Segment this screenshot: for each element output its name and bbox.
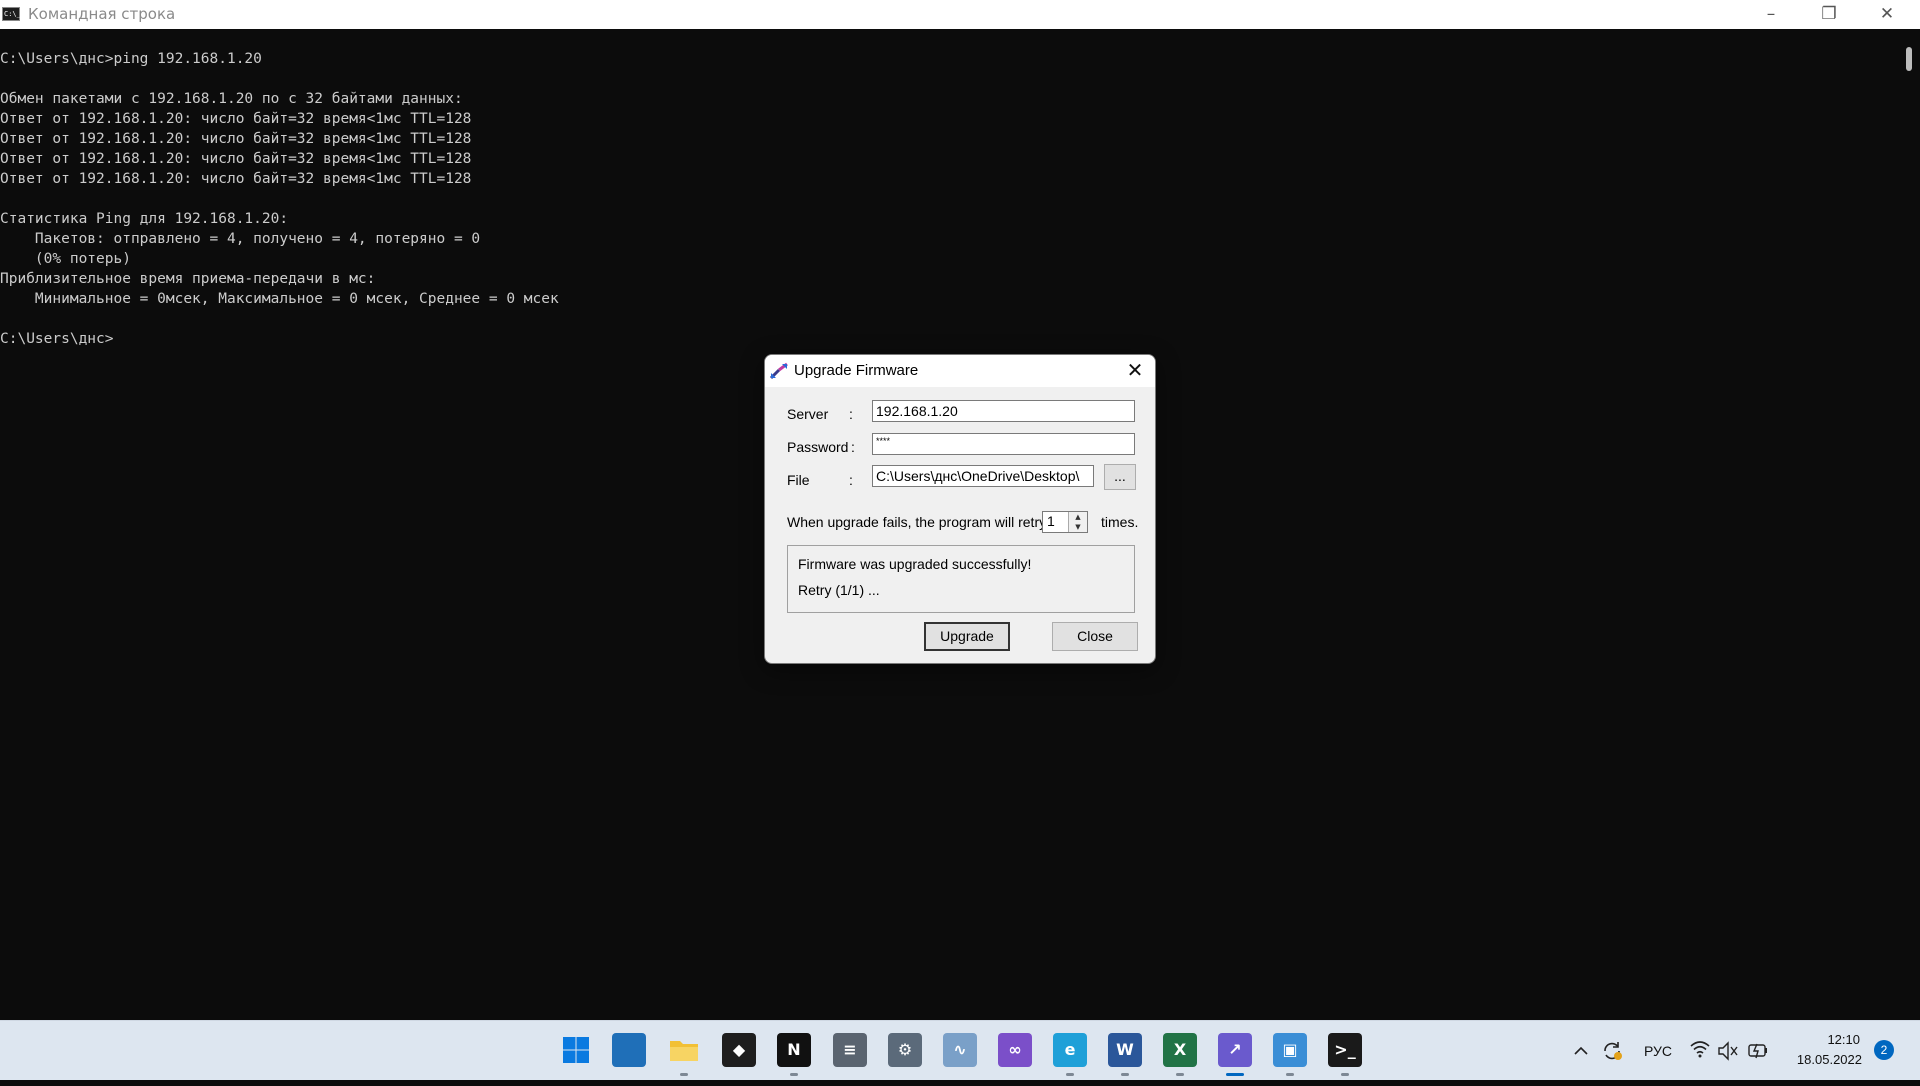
- retry-prefix-text: When upgrade fails, the program will ret…: [787, 514, 1047, 530]
- running-indicator: [1226, 1073, 1244, 1076]
- file-explorer-icon[interactable]: [667, 1033, 701, 1067]
- file-path-input[interactable]: C:\Users\днс\OneDrive\Desktop\: [872, 465, 1094, 487]
- sync-icon[interactable]: [1599, 1021, 1625, 1081]
- dialog-title-bar[interactable]: Upgrade Firmware ✕: [765, 355, 1155, 387]
- server-label: Server: [787, 406, 829, 422]
- stepper-arrows[interactable]: ▲ ▼: [1068, 512, 1087, 532]
- control-panel-icon[interactable]: ▣: [1273, 1033, 1307, 1067]
- stepper-down-icon[interactable]: ▼: [1069, 522, 1087, 532]
- notion-icon[interactable]: N: [777, 1033, 811, 1067]
- wifi-icon[interactable]: [1688, 1021, 1712, 1081]
- notification-badge[interactable]: 2: [1874, 1040, 1894, 1060]
- word-icon[interactable]: W: [1108, 1033, 1142, 1067]
- console-app-icon: C:\_: [2, 7, 21, 21]
- running-indicator: [680, 1073, 688, 1076]
- running-indicator: [1341, 1073, 1349, 1076]
- language-indicator[interactable]: РУС: [1638, 1021, 1678, 1081]
- close-button[interactable]: Close: [1052, 622, 1138, 651]
- firmware-tool-icon[interactable]: ↗: [1218, 1033, 1252, 1067]
- clock-date[interactable]: 18.05.2022: [1782, 1052, 1862, 1067]
- battery-charging-icon[interactable]: [1745, 1021, 1771, 1081]
- password-input[interactable]: ****: [872, 433, 1135, 455]
- dialog-close-icon[interactable]: ✕: [1115, 355, 1155, 387]
- resource-monitor-icon[interactable]: ∿: [943, 1033, 977, 1067]
- show-hidden-icons-chevron-icon[interactable]: [1570, 1021, 1592, 1081]
- password-label: Password: [787, 439, 849, 455]
- upgrade-button[interactable]: Upgrade: [924, 622, 1010, 651]
- excel-icon[interactable]: X: [1163, 1033, 1197, 1067]
- server-input[interactable]: 192.168.1.20: [872, 400, 1135, 422]
- clock-time[interactable]: 12:10: [1788, 1032, 1860, 1047]
- terminal-icon[interactable]: >_: [1328, 1033, 1362, 1067]
- running-indicator: [790, 1073, 798, 1076]
- window-title: Командная строка: [28, 5, 176, 23]
- file-colon: :: [849, 472, 853, 488]
- start-button-icon[interactable]: [559, 1033, 593, 1067]
- retry-count-stepper[interactable]: 1 ▲ ▼: [1042, 511, 1088, 533]
- console-text: C:\Users\днс>ping 192.168.1.20 Обмен пак…: [0, 51, 559, 347]
- running-indicator: [1121, 1073, 1129, 1076]
- restore-button[interactable]: ❐: [1800, 0, 1858, 29]
- volume-muted-icon[interactable]: [1716, 1021, 1740, 1081]
- stepper-up-icon[interactable]: ▲: [1069, 512, 1087, 522]
- firmware-app-icon: [769, 362, 788, 380]
- console-title-bar[interactable]: C:\_ Командная строка – ❐ ✕: [0, 0, 1920, 29]
- retry-suffix-text: times.: [1101, 514, 1139, 530]
- calculator-icon[interactable]: ≡: [833, 1033, 867, 1067]
- running-indicator: [1066, 1073, 1074, 1076]
- server-colon: :: [849, 406, 853, 422]
- app-blue-monitor-icon[interactable]: [612, 1033, 646, 1067]
- scrollbar-thumb[interactable]: [1906, 47, 1912, 71]
- visual-studio-icon[interactable]: ∞: [998, 1033, 1032, 1067]
- running-indicator: [1286, 1073, 1294, 1076]
- edge-icon[interactable]: e: [1053, 1033, 1087, 1067]
- status-log-box: Firmware was upgraded successfully! Retr…: [787, 545, 1135, 613]
- minimize-button[interactable]: –: [1742, 0, 1800, 29]
- taskbar: ◆ N ≡ ⚙ ∿ ∞ e W X ↗ ▣ >_ РУС 12:10 18.05.2022 2: [0, 1020, 1920, 1080]
- status-line-success: Firmware was upgraded successfully!: [798, 556, 1032, 572]
- running-indicator: [1176, 1073, 1184, 1076]
- upgrade-firmware-dialog: Upgrade Firmware ✕ Server : 192.168.1.20…: [764, 354, 1156, 664]
- status-line-retry: Retry (1/1) ...: [798, 582, 880, 598]
- dropbox-icon[interactable]: ◆: [722, 1033, 756, 1067]
- console-scrollbar[interactable]: [1898, 29, 1920, 1020]
- close-window-button[interactable]: ✕: [1858, 0, 1916, 29]
- dialog-title: Upgrade Firmware: [794, 362, 919, 379]
- retry-count-value: 1: [1047, 513, 1055, 529]
- file-label: File: [787, 472, 810, 488]
- password-colon: :: [851, 439, 855, 455]
- settings-icon[interactable]: ⚙: [888, 1033, 922, 1067]
- browse-button[interactable]: ...: [1104, 464, 1136, 490]
